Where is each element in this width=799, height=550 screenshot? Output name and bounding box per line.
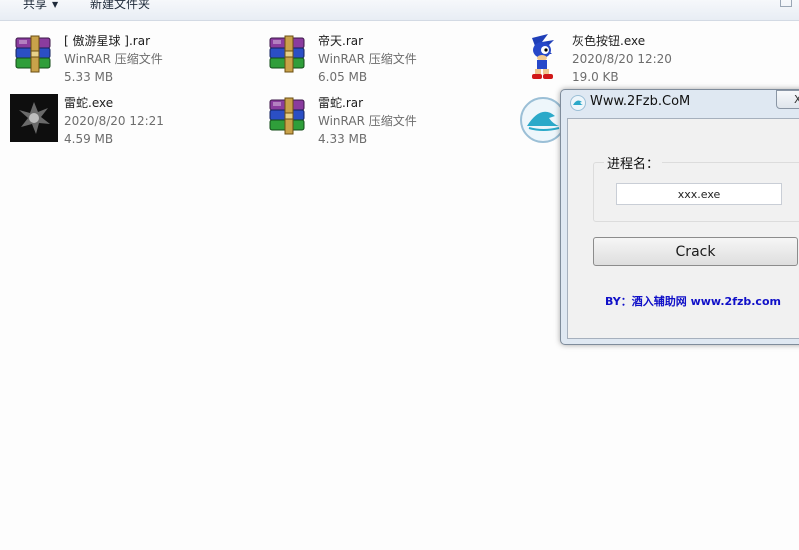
file-type: WinRAR 压缩文件 <box>318 114 417 128</box>
razer-icon <box>10 94 58 142</box>
file-name: [ 傲游星球 ].rar <box>64 34 151 48</box>
shark-icon <box>570 95 586 111</box>
file-item[interactable]: 雷蛇.exe 2020/8/20 12:21 4.59 MB <box>10 94 250 152</box>
new-folder-label: 新建文件夹 <box>90 0 151 11</box>
file-size: 4.33 MB <box>318 132 368 146</box>
close-button[interactable]: X <box>776 90 799 109</box>
file-size: 4.59 MB <box>64 132 114 146</box>
file-name: 灰色按钮.exe <box>572 34 646 48</box>
dialog-title: Www.2Fzb.CoM <box>590 94 691 109</box>
file-date: 2020/8/20 12:20 <box>572 52 672 66</box>
crack-dialog-window: Www.2Fzb.CoM X 进程名： Crack BY：酒入辅助网 www.2… <box>560 89 799 345</box>
new-folder-button[interactable]: 新建文件夹 <box>90 0 150 14</box>
explorer-toolbar: 共享 ▼ 新建文件夹 <box>0 0 799 21</box>
file-size: 19.0 KB <box>572 70 619 84</box>
process-name-group: 进程名： <box>593 153 799 222</box>
file-item[interactable]: 灰色按钮.exe 2020/8/20 12:20 19.0 KB <box>518 32 758 90</box>
file-name: 帝天.rar <box>318 34 364 48</box>
close-icon: X <box>794 93 799 106</box>
file-size: 6.05 MB <box>318 70 368 84</box>
dialog-body: 进程名： Crack BY：酒入辅助网 www.2fzb.com <box>567 118 799 339</box>
credit-text: BY：酒入辅助网 www.2fzb.com <box>605 295 781 308</box>
file-type: WinRAR 压缩文件 <box>64 52 163 66</box>
file-date: 2020/8/20 12:21 <box>64 114 164 128</box>
file-item[interactable]: 雷蛇.rar WinRAR 压缩文件 4.33 MB <box>264 94 504 152</box>
file-name: 雷蛇.exe <box>64 96 114 110</box>
file-type: WinRAR 压缩文件 <box>318 52 417 66</box>
sonic-icon <box>532 34 554 79</box>
file-size: 5.33 MB <box>64 70 114 84</box>
file-name: 雷蛇.rar <box>318 96 364 110</box>
file-item[interactable]: 帝天.rar WinRAR 压缩文件 6.05 MB <box>264 32 504 90</box>
chevron-down-icon: ▼ <box>52 0 59 9</box>
winrar-icon <box>269 97 305 135</box>
file-item[interactable]: [ 傲游星球 ].rar WinRAR 压缩文件 5.33 MB <box>10 32 250 90</box>
crack-button[interactable]: Crack <box>593 237 798 266</box>
view-options-icon[interactable] <box>780 0 792 7</box>
process-name-input[interactable] <box>616 183 782 205</box>
winrar-icon <box>15 35 51 73</box>
process-name-label: 进程名： <box>604 153 663 172</box>
dialog-titlebar[interactable]: Www.2Fzb.CoM X <box>561 90 799 117</box>
share-label: 共享 <box>23 0 48 11</box>
winrar-icon <box>269 35 305 73</box>
share-button[interactable]: 共享 ▼ <box>23 0 58 14</box>
